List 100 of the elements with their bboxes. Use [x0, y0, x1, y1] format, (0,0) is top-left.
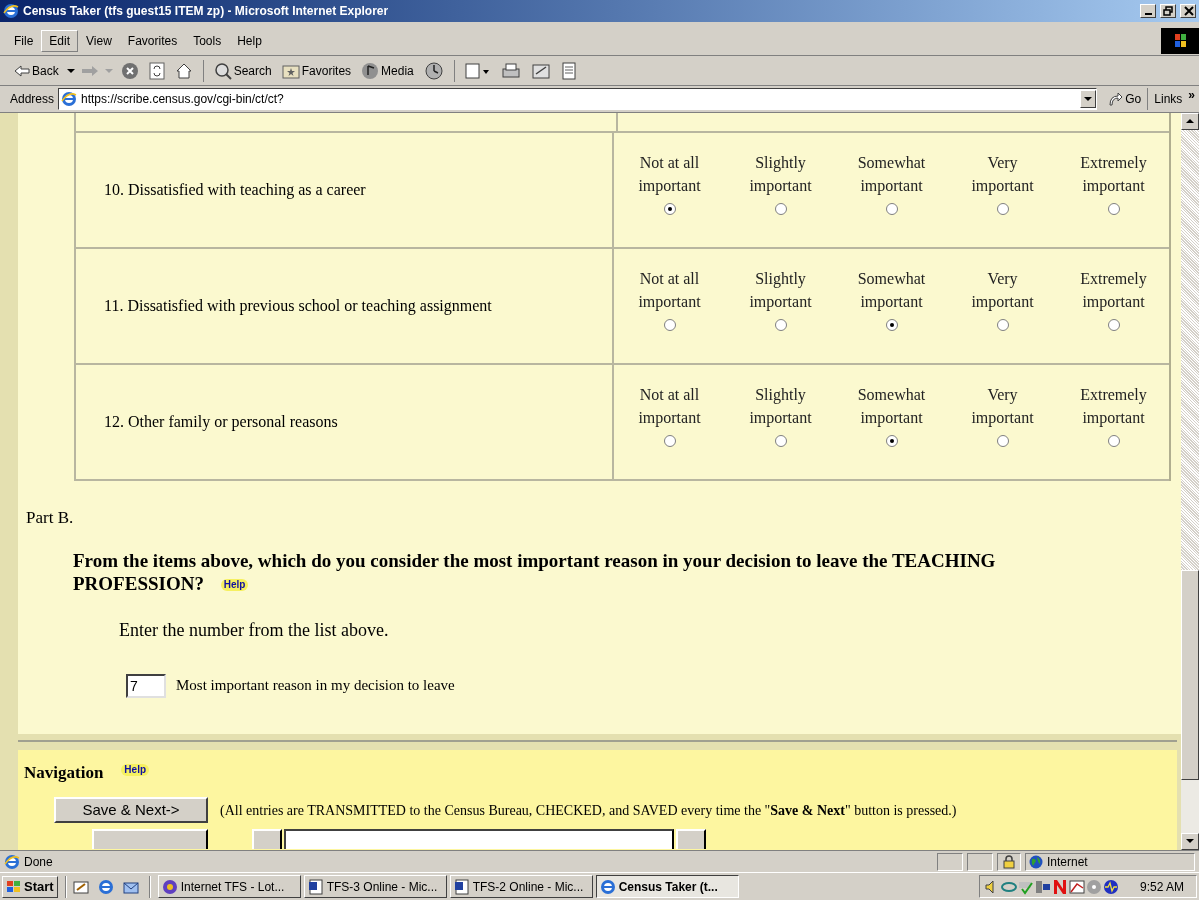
forward-arrow-icon [80, 63, 99, 78]
ie-icon [97, 878, 114, 895]
radio-button[interactable] [996, 319, 1009, 331]
taskbar-button[interactable]: TFS-2 Online - Mic... [449, 875, 593, 898]
radio-button[interactable] [885, 203, 898, 215]
restore-button[interactable] [1160, 4, 1176, 18]
help-link[interactable]: Help [121, 764, 149, 777]
option-label: Somewhat important [856, 153, 927, 197]
instruction-text: Enter the number from the list above. [119, 618, 390, 642]
select-field[interactable] [284, 829, 674, 849]
favorites-button[interactable]: Favorites [279, 58, 354, 83]
radio-button[interactable] [663, 319, 676, 331]
refresh-icon [148, 61, 165, 80]
caret-icon [1084, 96, 1093, 102]
radio-button[interactable] [885, 435, 898, 447]
taskbar-button[interactable]: Census Taker (t... [595, 875, 739, 898]
question-label: 10. Dissatisfied with teaching as a career [104, 180, 366, 201]
menu-item[interactable]: Edit [41, 29, 79, 52]
menu-item[interactable]: File [6, 29, 42, 52]
save-next-button[interactable]: Save & Next-> [54, 797, 208, 823]
option-label: Not at all important [637, 269, 702, 313]
note-text: (All entries are TRANSMITTED to the Census Bureau, CHECKED, and SAVED every time the "Save & Next" button is pressed.) [220, 801, 957, 820]
taskbar-button[interactable]: TFS-3 Online - Mic... [303, 875, 447, 898]
radio-button[interactable] [663, 435, 676, 447]
menu-item[interactable]: View [78, 29, 120, 52]
start-button[interactable]: Start [2, 875, 58, 898]
go-button[interactable]: Go [1101, 88, 1149, 110]
word-document-icon [453, 878, 470, 895]
caret-icon [66, 67, 75, 74]
option-label: Extremely important [1079, 385, 1148, 429]
go-arrow-icon [1107, 91, 1124, 107]
windows-logo-icon [6, 879, 22, 894]
option-label: Very important [970, 153, 1035, 197]
option-label: Very important [970, 269, 1035, 313]
radio-button[interactable] [1107, 319, 1120, 331]
radio-button[interactable] [663, 203, 676, 215]
printer-icon [500, 61, 521, 80]
answer-label: Most important reason in my decision to leave [176, 676, 455, 696]
page-icon [4, 853, 20, 870]
address-field[interactable]: https://scribe.census.gov/cgi-bin/ct/ct? [58, 88, 1098, 110]
scrollbar[interactable] [1181, 113, 1199, 850]
back-arrow-icon [14, 63, 30, 78]
lock-icon [1003, 854, 1015, 869]
disc-icon [1085, 878, 1102, 895]
letter-n-icon [1051, 878, 1068, 895]
back-button[interactable]: Back [12, 58, 61, 83]
radio-button[interactable] [774, 203, 787, 215]
radio-button[interactable] [885, 319, 898, 331]
down-arrow-icon [1186, 839, 1194, 844]
taskbar-button[interactable]: Internet TFS - Lot... [157, 875, 301, 898]
help-link[interactable]: Help [220, 579, 249, 592]
nav-button[interactable] [252, 829, 282, 849]
option-label: Very important [970, 385, 1035, 429]
menu-item[interactable]: Favorites [119, 29, 186, 52]
close-icon [1181, 4, 1195, 18]
radio-button[interactable] [774, 435, 787, 447]
option-label: Not at all important [637, 153, 702, 197]
menu-item[interactable]: Help [229, 29, 270, 52]
option-label: Somewhat important [856, 269, 927, 313]
media-icon [361, 61, 380, 80]
page-icon [61, 91, 78, 107]
search-icon [213, 61, 232, 80]
ie-icon [599, 878, 616, 895]
desktop-icon [72, 878, 89, 895]
minimize-icon [1144, 13, 1152, 15]
answer-field[interactable]: 7 [126, 673, 166, 698]
dropdown-button[interactable] [1080, 90, 1097, 108]
chevron-icon: » [1188, 86, 1195, 104]
nav-button[interactable] [676, 829, 706, 849]
option-label: Slightly important [748, 385, 813, 429]
up-arrow-icon [1186, 119, 1194, 124]
window-title: Census Taker (tfs guest15 ITEM zp) - Microsoft Internet Explorer [23, 3, 389, 20]
radio-button[interactable] [774, 319, 787, 331]
option-label: Extremely important [1079, 153, 1148, 197]
radio-button[interactable] [1107, 203, 1120, 215]
address-label: Address [10, 91, 55, 108]
option-label: Somewhat important [856, 385, 927, 429]
radio-button[interactable] [1107, 435, 1120, 447]
option-label: Not at all important [637, 385, 702, 429]
radio-button[interactable] [996, 435, 1009, 447]
status-pane [967, 852, 993, 871]
media-button[interactable]: Media [359, 58, 416, 83]
question-label: 12. Other family or personal reasons [104, 412, 338, 433]
computer-icon [1034, 878, 1051, 895]
document-icon [560, 61, 577, 80]
windows-logo-icon [1161, 27, 1199, 54]
clock-icon [423, 60, 444, 81]
option-label: Extremely important [1079, 269, 1148, 313]
search-button[interactable]: Search [211, 58, 274, 83]
caret-icon [104, 67, 113, 74]
status-text: Done [24, 853, 54, 871]
radio-button[interactable] [996, 203, 1009, 215]
status-pane [937, 852, 963, 871]
option-label: Slightly important [748, 269, 813, 313]
links-button[interactable]: Links [1152, 90, 1185, 108]
edit-icon [530, 61, 551, 80]
minimize-button[interactable] [1140, 4, 1156, 18]
section-heading: Navigation [24, 761, 104, 784]
menu-item[interactable]: Tools [185, 29, 230, 52]
close-button[interactable] [1180, 4, 1196, 18]
